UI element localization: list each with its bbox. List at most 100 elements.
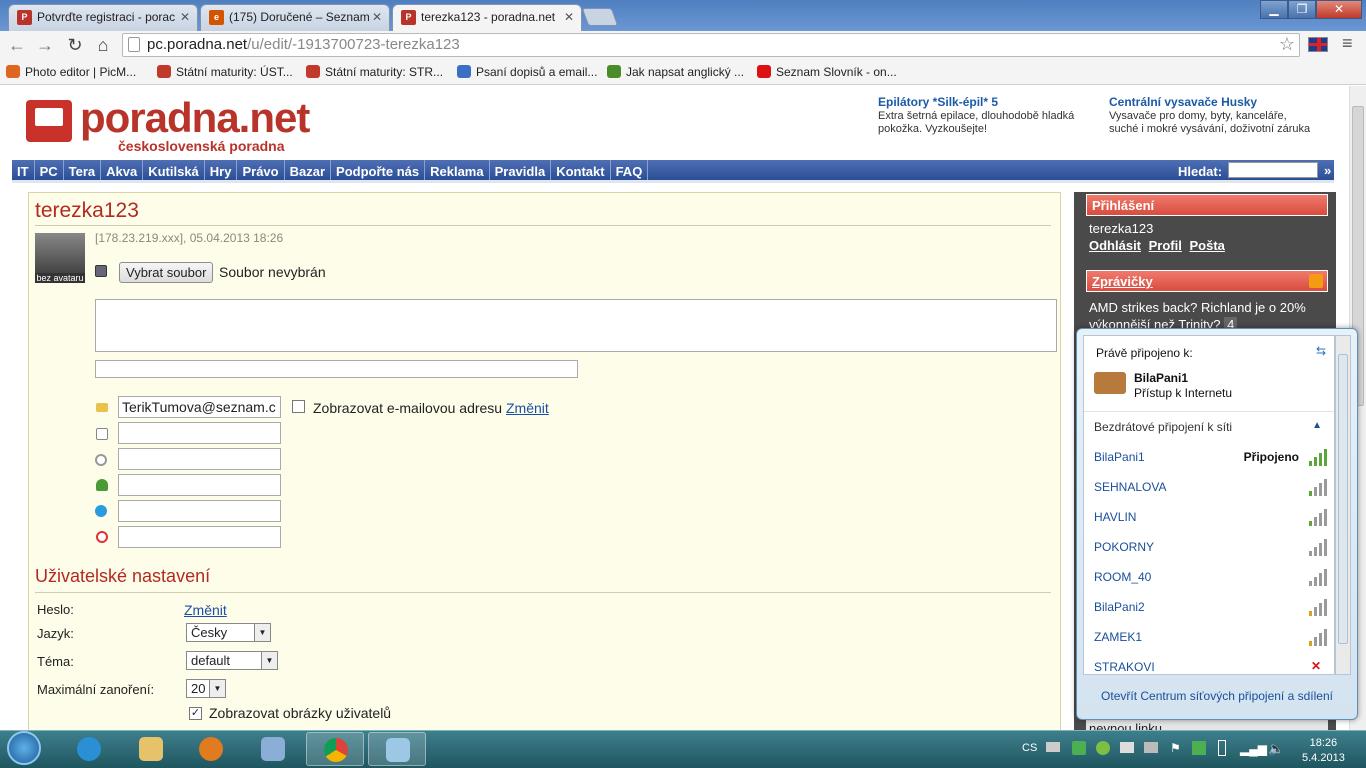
mail-link[interactable]: Pošta xyxy=(1190,238,1225,253)
network-list-scrollbar[interactable] xyxy=(1335,335,1351,675)
wifi-signal-icon xyxy=(1305,508,1327,526)
bookmark-item[interactable]: Psaní dopisů a email... xyxy=(457,65,597,79)
bookmark-item[interactable]: Státní maturity: STR... xyxy=(306,65,443,79)
taskbar-chrome[interactable] xyxy=(306,732,364,766)
network-item[interactable]: BilaPani1 Připojeno xyxy=(1094,449,1329,470)
bookmark-item[interactable]: Státní maturity: ÚST... xyxy=(157,65,293,79)
volume-icon[interactable]: 🔈 xyxy=(1268,741,1284,757)
menu-item[interactable]: Právo xyxy=(237,160,285,180)
contact-field-1[interactable] xyxy=(118,422,281,444)
seznam-email-favicon-icon: e xyxy=(209,10,224,25)
jabber-field[interactable] xyxy=(118,474,281,496)
close-tab-icon[interactable]: ✕ xyxy=(372,10,382,24)
back-arrow-icon[interactable]: ← xyxy=(6,34,28,56)
menu-item[interactable]: IT xyxy=(12,160,35,180)
ad-title[interactable]: Epilátory *Silk-épil* 5 xyxy=(878,96,1078,109)
action-center-flag-icon[interactable]: ⚑ xyxy=(1170,741,1181,755)
show-email-checkbox[interactable] xyxy=(292,400,305,413)
change-password-link[interactable]: Změnit xyxy=(184,602,227,618)
ad-block[interactable]: Centrální vysavače Husky Vysavače pro do… xyxy=(1109,96,1315,136)
tray-app-icon[interactable] xyxy=(1096,741,1110,755)
menu-item[interactable]: Pravidla xyxy=(490,160,552,180)
icq-field[interactable] xyxy=(118,448,281,470)
homepage-field[interactable] xyxy=(95,360,578,378)
menu-item[interactable]: Kutilská xyxy=(143,160,205,180)
tray-app-icon[interactable] xyxy=(1120,742,1134,753)
bookmark-item[interactable]: Photo editor | PicM... xyxy=(6,65,136,79)
refresh-networks-icon[interactable]: ⇆ xyxy=(1316,344,1326,358)
tray-app-icon[interactable] xyxy=(1144,742,1158,753)
network-item[interactable]: STRAKOVI ✕ xyxy=(1094,659,1329,674)
menu-item[interactable]: FAQ xyxy=(611,160,649,180)
menu-item[interactable]: Tera xyxy=(64,160,102,180)
logout-link[interactable]: Odhlásit xyxy=(1089,238,1141,253)
sync-icon[interactable] xyxy=(1192,741,1206,755)
divider xyxy=(35,225,1051,226)
address-bar[interactable]: pc.poradna.net/u/edit/-1913700723-terezk… xyxy=(122,33,1300,57)
menu-item[interactable]: Kontakt xyxy=(551,160,611,180)
menu-item[interactable]: Akva xyxy=(101,160,144,180)
collapse-chevron-icon[interactable]: ▲ xyxy=(1312,420,1322,431)
choose-file-button[interactable]: Vybrat soubor xyxy=(119,262,214,283)
network-item[interactable]: SEHNALOVA xyxy=(1094,479,1329,500)
skype-field[interactable] xyxy=(118,500,281,522)
folder-icon xyxy=(139,737,163,761)
wifi-tray-icon[interactable]: ▂▄▆ xyxy=(1240,742,1267,756)
menu-item[interactable]: PC xyxy=(35,160,64,180)
uk-flag-icon[interactable] xyxy=(1308,37,1328,52)
rss-icon[interactable] xyxy=(1309,274,1323,288)
taskbar-app[interactable] xyxy=(244,732,302,766)
network-item[interactable]: BilaPani2 xyxy=(1094,599,1329,620)
reload-icon[interactable]: ↻ xyxy=(64,34,86,56)
network-item[interactable]: ROOM_40 xyxy=(1094,569,1329,590)
browser-tab-active[interactable]: P terezka123 - poradna.net ✕ xyxy=(392,4,582,31)
news-heading[interactable]: Zprávičky xyxy=(1086,270,1328,292)
network-item[interactable]: ZAMEK1 xyxy=(1094,629,1329,650)
settings-heading: Uživatelské nastavení xyxy=(35,566,211,586)
forward-arrow-icon[interactable]: → xyxy=(34,34,56,56)
clock[interactable]: 18:26 5.4.2013 xyxy=(1302,736,1345,766)
close-tab-icon[interactable]: ✕ xyxy=(564,10,574,24)
battery-icon[interactable] xyxy=(1218,740,1226,756)
menu-item[interactable]: Hry xyxy=(205,160,238,180)
change-email-link[interactable]: Změnit xyxy=(506,400,549,416)
star-icon[interactable]: ☆ xyxy=(1279,34,1295,55)
profile-link[interactable]: Profil xyxy=(1149,238,1182,253)
keyboard-icon[interactable] xyxy=(1046,742,1060,752)
close-tab-icon[interactable]: ✕ xyxy=(180,10,190,24)
bookmark-item[interactable]: Jak napsat anglický ... xyxy=(607,65,744,79)
theme-select[interactable]: default ▼ xyxy=(186,651,278,670)
open-network-center-link[interactable]: Otevřít Centrum síťových připojení a sdí… xyxy=(1077,677,1357,717)
search-input[interactable] xyxy=(1228,162,1318,178)
show-images-checkbox[interactable]: ✓ xyxy=(189,707,202,720)
maximize-button[interactable]: ❐ xyxy=(1288,0,1316,19)
email-field[interactable]: TerikTumova@seznam.c xyxy=(118,396,281,418)
search-go-button[interactable]: » xyxy=(1324,163,1331,178)
menu-item[interactable]: Bazar xyxy=(285,160,332,180)
network-item[interactable]: POKORNY xyxy=(1094,539,1329,560)
browser-tab[interactable]: P Potvrďte registraci - porac ✕ xyxy=(8,4,198,31)
taskbar-media-player[interactable] xyxy=(182,732,240,766)
phone-field[interactable] xyxy=(118,526,281,548)
menu-item[interactable]: Reklama xyxy=(425,160,490,180)
tray-app-icon[interactable] xyxy=(1072,741,1086,755)
language-indicator[interactable]: CS xyxy=(1022,742,1037,754)
network-item[interactable]: HAVLIN xyxy=(1094,508,1329,530)
home-icon[interactable]: ⌂ xyxy=(92,34,114,56)
close-window-button[interactable]: ✕ xyxy=(1316,0,1362,19)
start-button[interactable] xyxy=(4,731,44,767)
taskbar-explorer[interactable] xyxy=(122,732,180,766)
menu-icon[interactable]: ≡ xyxy=(1342,33,1353,54)
taskbar-network[interactable] xyxy=(368,732,426,766)
ad-title[interactable]: Centrální vysavače Husky xyxy=(1109,96,1315,109)
taskbar-ie[interactable] xyxy=(60,732,118,766)
bookmark-item[interactable]: Seznam Slovník - on... xyxy=(757,65,897,79)
minimize-button[interactable]: ▁ xyxy=(1260,0,1288,19)
language-select[interactable]: Česky ▼ xyxy=(186,623,271,642)
new-tab-button[interactable] xyxy=(581,8,619,26)
ad-block[interactable]: Epilátory *Silk-épil* 5 Extra šetrná epi… xyxy=(878,96,1078,136)
signature-textarea[interactable] xyxy=(95,299,1057,352)
browser-tab[interactable]: e (175) Doručené – Seznam ✕ xyxy=(200,4,390,31)
depth-select[interactable]: 20 ▼ xyxy=(186,679,226,698)
menu-item[interactable]: Podpořte nás xyxy=(331,160,426,180)
